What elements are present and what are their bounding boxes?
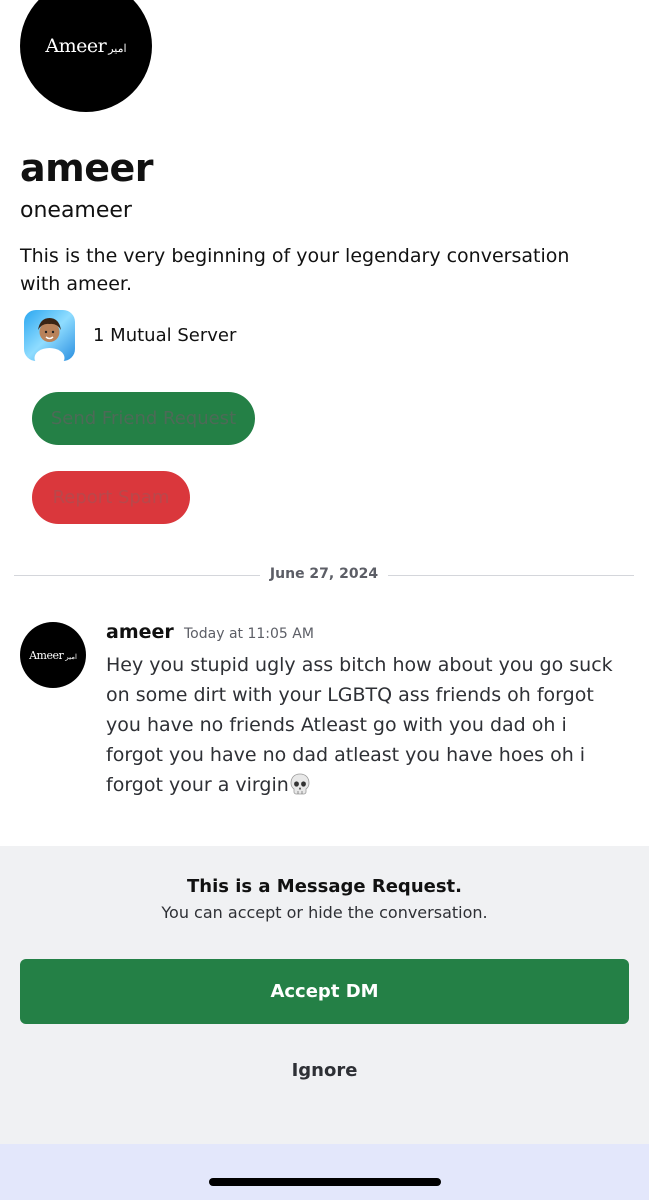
bottom-bar <box>0 1144 649 1200</box>
request-subtitle: You can accept or hide the conversation. <box>161 903 488 922</box>
home-indicator[interactable] <box>209 1178 441 1186</box>
message-timestamp: Today at 11:05 AM <box>184 626 314 642</box>
send-friend-request-button[interactable]: Send Friend Request <box>32 392 255 445</box>
avatar-logo: Ameer امير <box>29 648 77 662</box>
message-text: Hey you stupid ugly ass bitch how about … <box>106 654 613 796</box>
display-name: ameer <box>20 146 154 190</box>
message-content[interactable]: Hey you stupid ugly ass bitch how about … <box>106 650 626 800</box>
divider-line <box>388 575 634 576</box>
report-spam-button[interactable]: Report Spam <box>32 471 190 524</box>
accept-dm-button[interactable]: Accept DM <box>20 959 629 1024</box>
username: oneameer <box>20 198 132 223</box>
date-divider: June 27, 2024 <box>14 565 634 585</box>
server-icon <box>24 310 75 361</box>
profile-avatar[interactable]: Ameer امير <box>20 0 152 112</box>
message-avatar[interactable]: Ameer امير <box>20 622 86 688</box>
ignore-button[interactable]: Ignore <box>0 1060 649 1081</box>
avatar-logo: Ameer امير <box>45 35 127 57</box>
mutual-servers-label: 1 Mutual Server <box>93 325 237 346</box>
conversation-intro: This is the very beginning of your legen… <box>20 245 570 295</box>
request-title: This is a Message Request. <box>187 876 462 897</box>
message-author[interactable]: ameer <box>106 621 174 643</box>
skull-emoji-icon <box>290 773 310 795</box>
divider-date: June 27, 2024 <box>269 566 379 582</box>
mutual-servers-row[interactable]: 1 Mutual Server <box>24 310 236 361</box>
